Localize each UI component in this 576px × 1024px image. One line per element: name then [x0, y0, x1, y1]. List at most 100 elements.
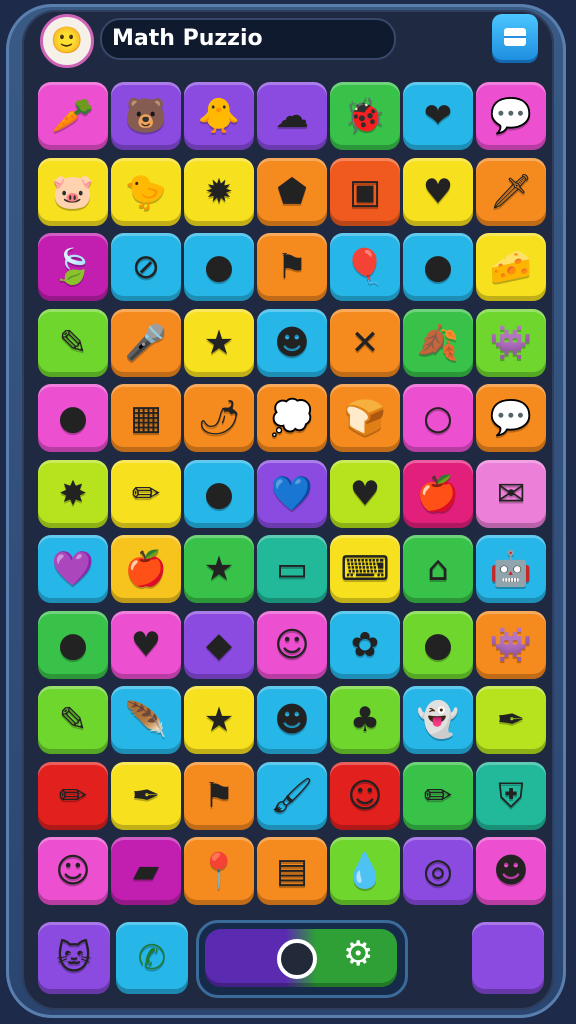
grid-tile[interactable]: ✏ [38, 761, 108, 830]
grid-tile[interactable]: ✏ [111, 459, 181, 528]
leaf-icon: 🥕 [51, 96, 95, 136]
grid-tile[interactable]: 💬 [476, 384, 546, 452]
grid-tile[interactable]: ✉ [476, 459, 546, 528]
grid-tile[interactable]: 🐞 [330, 82, 400, 150]
grid-tile[interactable]: 💭 [257, 384, 327, 452]
grid-tile[interactable]: ▰ [111, 837, 181, 905]
grid-tile[interactable]: 🤖 [476, 535, 546, 603]
grid-tile[interactable]: ⬟ [257, 157, 327, 226]
grid-tile[interactable]: ☻ [257, 308, 327, 377]
blank-tile-button[interactable] [472, 922, 544, 994]
grid-tile[interactable]: ✿ [330, 610, 400, 679]
grid-tile[interactable]: 💧 [330, 837, 400, 905]
grid-tile[interactable]: ★ [184, 686, 254, 754]
chick-icon: 🐥 [197, 96, 241, 136]
smiley-icon: ☻ [493, 851, 529, 891]
grid-tile[interactable]: ⌨ [330, 535, 400, 603]
gear-icon[interactable]: ⚙ [343, 937, 373, 971]
grid-tile[interactable]: 📍 [184, 837, 254, 905]
star-icon: ★ [203, 549, 235, 589]
grid-tile[interactable]: ● [184, 459, 254, 528]
chat-icon: 💭 [270, 398, 314, 438]
toggle-icon[interactable] [277, 939, 317, 979]
grid-tile[interactable]: ★ [184, 308, 254, 377]
grid-tile[interactable]: 🐷 [38, 157, 108, 226]
grid-tile[interactable]: ● [38, 610, 108, 679]
grid-tile[interactable]: ✸ [38, 459, 108, 528]
grid-tile[interactable]: ❤ [403, 82, 473, 150]
top-bar: 🙂 Math Puzzio [38, 12, 548, 68]
grid-tile[interactable]: ● [403, 233, 473, 301]
grid-tile[interactable]: 🪶 [111, 686, 181, 754]
grid-tile[interactable]: 🍎 [111, 535, 181, 603]
grid-tile[interactable]: ✒ [476, 686, 546, 754]
leaf-icon: 🍂 [416, 322, 460, 363]
grid-tile[interactable]: 👾 [476, 308, 546, 377]
grid-tile[interactable]: ✕ [330, 308, 400, 377]
grid-tile[interactable]: 🎈 [330, 233, 400, 301]
grid-tile[interactable]: ☺ [257, 610, 327, 679]
pen-icon: ✒ [131, 775, 161, 816]
phone-button[interactable]: ✆ [116, 922, 188, 994]
menu-button[interactable] [492, 14, 538, 60]
grid-tile[interactable]: ♥ [111, 610, 181, 679]
grid-tile[interactable]: ♥ [403, 157, 473, 226]
grid-tile[interactable]: ☁ [257, 82, 327, 150]
grid-tile[interactable]: ⌂ [403, 535, 473, 603]
grid-tile[interactable]: ▭ [257, 535, 327, 603]
button-icon: ● [423, 247, 453, 287]
grid-tile[interactable]: 💙 [257, 459, 327, 528]
grid-tile[interactable]: ● [184, 233, 254, 301]
grid-tile[interactable]: 💬 [476, 82, 546, 150]
grid-tile[interactable]: ◆ [184, 610, 254, 679]
pennant-icon: ⚑ [203, 775, 235, 816]
grid-tile[interactable]: ○ [403, 384, 473, 452]
grid-tile[interactable]: ✹ [184, 157, 254, 226]
cat-tile-button[interactable]: 🐱 [38, 922, 110, 994]
grid-tile[interactable]: 🌶 [184, 384, 254, 452]
grid-tile[interactable]: 🍂 [403, 308, 473, 377]
grid-tile[interactable]: 🎤 [111, 308, 181, 377]
grid-tile[interactable]: ✎ [38, 308, 108, 377]
grid-tile[interactable]: ☻ [476, 837, 546, 905]
grid-tile[interactable]: ▣ [330, 157, 400, 226]
grid-tile[interactable]: ⚑ [257, 233, 327, 301]
grid-tile[interactable]: 🍎 [403, 459, 473, 528]
grid-tile[interactable]: 🥕 [38, 82, 108, 150]
grid-tile[interactable]: ✒ [111, 761, 181, 830]
grid-tile[interactable]: 🐤 [111, 157, 181, 226]
grid-tile[interactable]: 🐥 [184, 82, 254, 150]
grid-tile[interactable]: ● [38, 384, 108, 452]
grid-tile[interactable]: 🗡 [476, 157, 546, 226]
grid-tile[interactable]: ✏ [403, 761, 473, 830]
mode-toggle[interactable]: ⚙ [196, 920, 408, 998]
grid-tile[interactable]: ◎ [403, 837, 473, 905]
grid-tile[interactable]: 👾 [476, 610, 546, 679]
battery-icon: ▤ [275, 851, 309, 891]
bear-icon: 🐻 [124, 96, 168, 136]
grid-tile[interactable]: ✎ [38, 686, 108, 754]
crayon-icon: ✏ [131, 473, 161, 514]
grid-tile[interactable]: ♣ [330, 686, 400, 754]
grid-tile[interactable]: ★ [184, 535, 254, 603]
grid-tile[interactable]: 🧀 [476, 233, 546, 301]
grid-tile[interactable]: ⊘ [111, 233, 181, 301]
grid-tile[interactable]: ⛨ [476, 761, 546, 830]
diamond-icon: ◆ [205, 624, 233, 665]
grid-tile[interactable]: 💜 [38, 535, 108, 603]
grid-tile[interactable]: ☻ [257, 686, 327, 754]
grid-tile[interactable]: ☺ [330, 761, 400, 830]
grid-tile[interactable]: 🐻 [111, 82, 181, 150]
grid-tile[interactable]: ● [403, 610, 473, 679]
avatar[interactable]: 🙂 [40, 14, 94, 68]
grid-tile[interactable]: 🖌 [257, 761, 327, 830]
grid-tile[interactable]: ☺ [38, 837, 108, 905]
grid-tile[interactable]: ⚑ [184, 761, 254, 830]
grid-tile[interactable]: ▦ [111, 384, 181, 452]
grid-tile[interactable]: 🍃 [38, 233, 108, 301]
grid-tile[interactable]: 🍞 [330, 384, 400, 452]
grid-tile[interactable]: ♥ [330, 459, 400, 528]
phone-icon: ✆ [137, 938, 167, 978]
grid-tile[interactable]: ▤ [257, 837, 327, 905]
grid-tile[interactable]: 👻 [403, 686, 473, 754]
